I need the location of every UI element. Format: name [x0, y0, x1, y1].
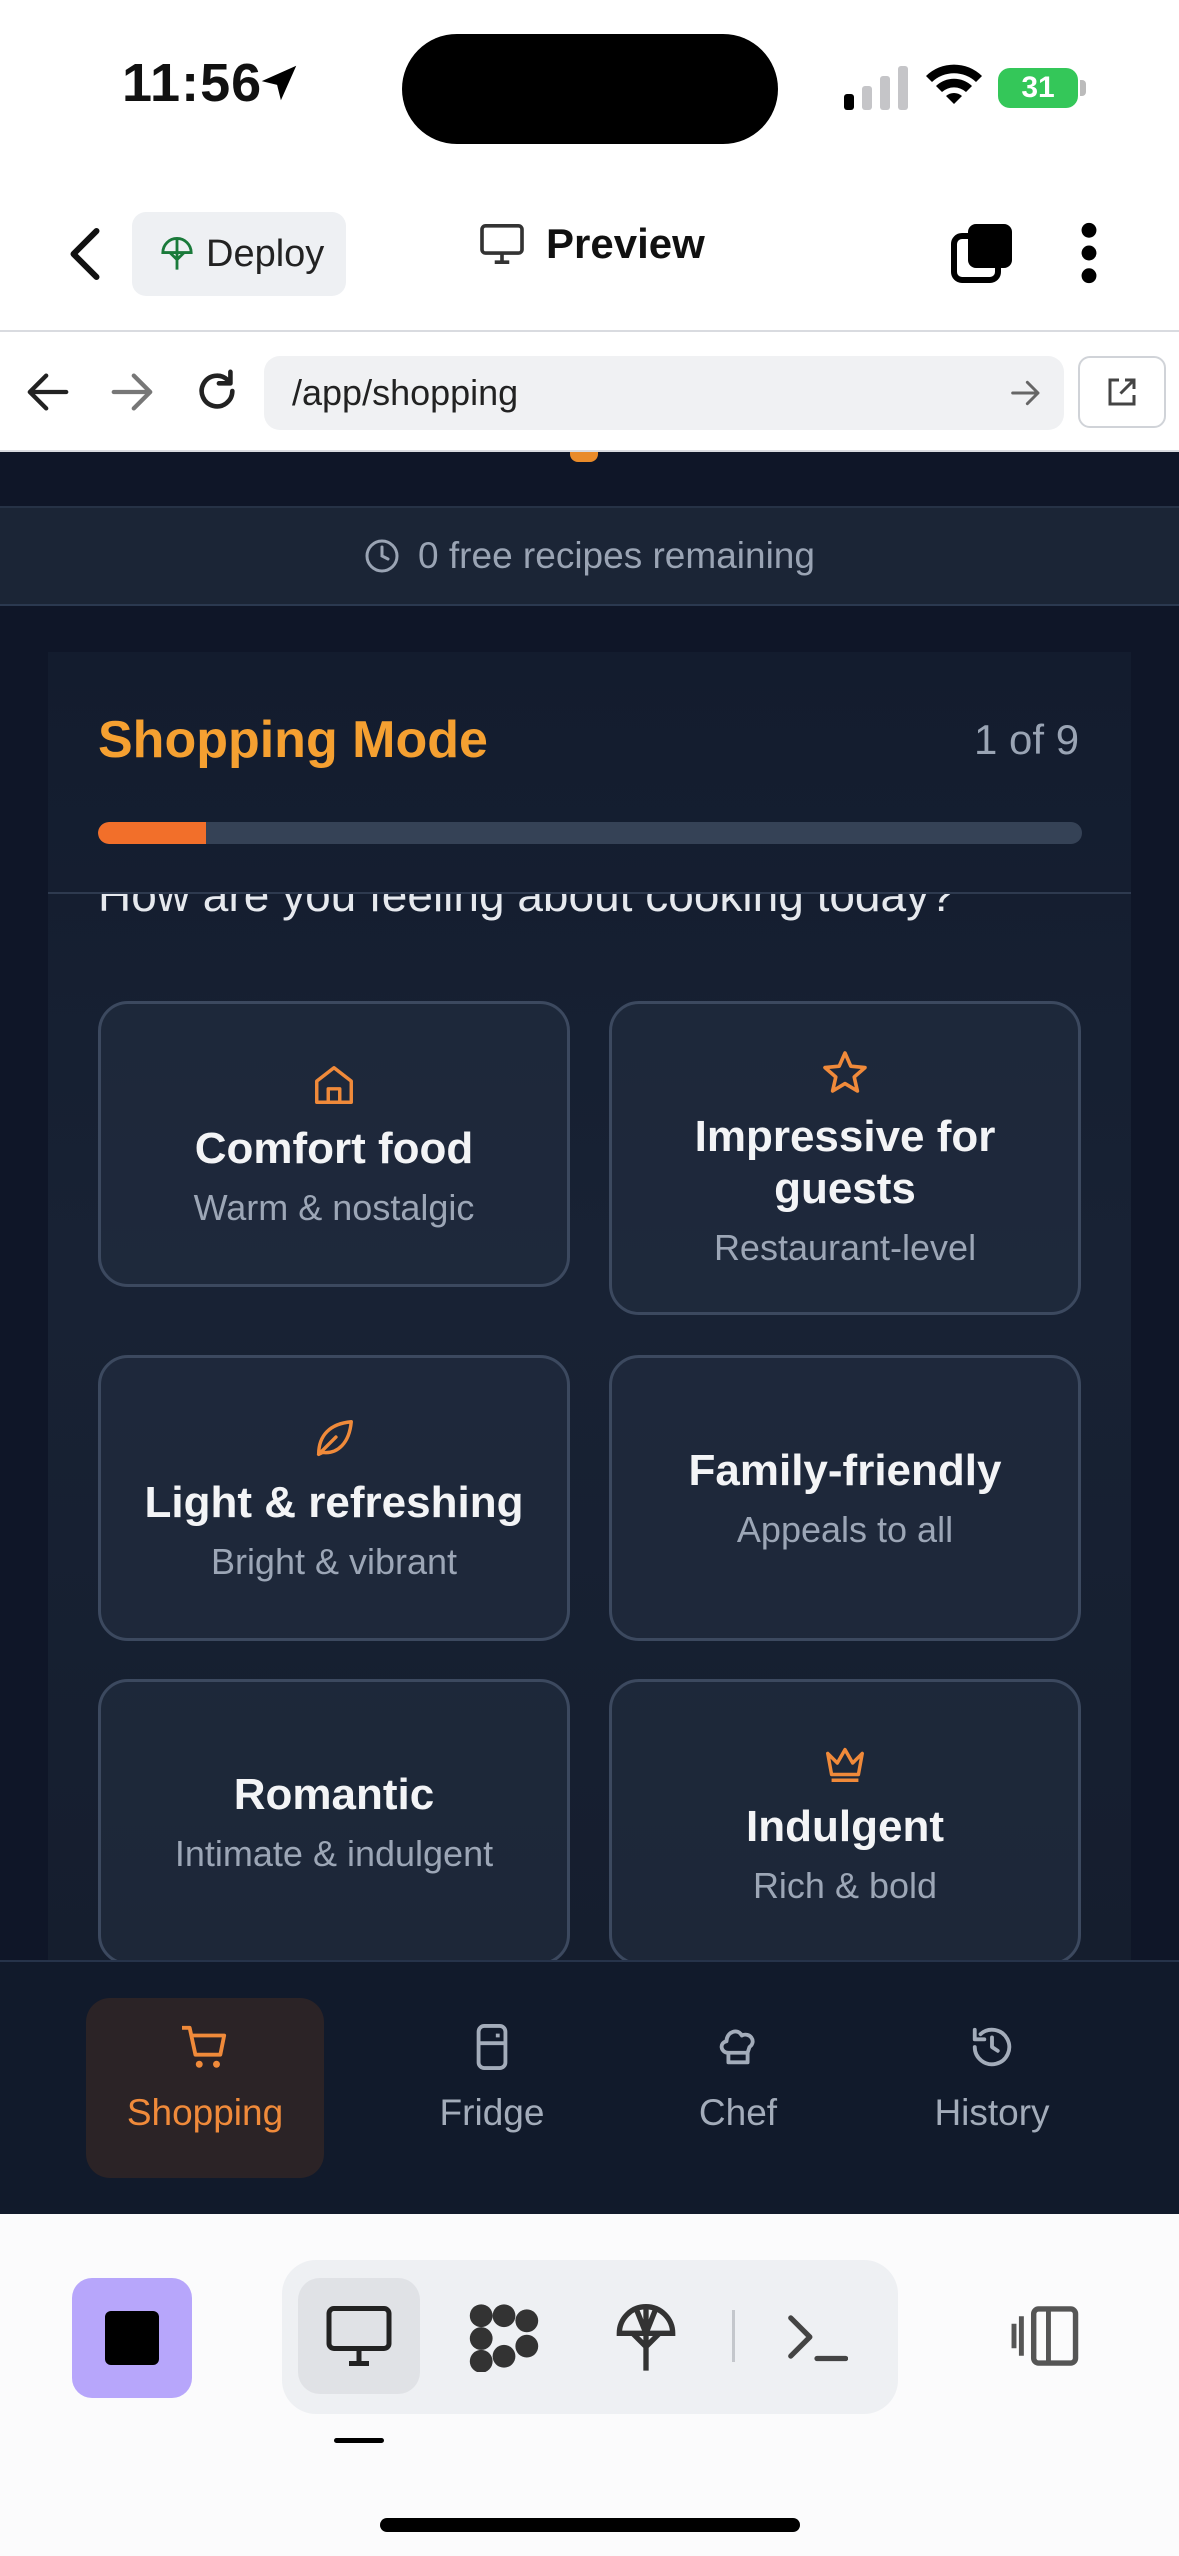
chef-hat-icon [719, 2029, 755, 2065]
fridge-icon [476, 2024, 508, 2070]
url-text: /app/shopping [292, 372, 519, 413]
logo-fragment [570, 452, 598, 462]
browser-back-icon[interactable] [26, 372, 70, 412]
battery-tip [1080, 80, 1086, 96]
nav-chef[interactable]: Chef [620, 2024, 856, 2134]
option-label: Light & refreshing [144, 1478, 524, 1527]
battery-indicator: 31 [998, 68, 1078, 108]
preview-label: Preview [546, 220, 705, 267]
leaf-icon [316, 1420, 353, 1457]
option-light-refreshing[interactable]: Light & refreshing Bright & vibrant [98, 1355, 570, 1641]
deploy-tree-icon [161, 237, 193, 270]
selected-tab-indicator [334, 2438, 384, 2443]
preview-tab[interactable]: Preview [480, 220, 705, 268]
option-label: Indulgent [746, 1802, 944, 1851]
nav-label: Shopping [126, 2092, 284, 2133]
free-recipes-banner: 0 free recipes remaining [0, 506, 1179, 606]
history-icon [972, 2027, 1012, 2067]
go-arrow-icon[interactable] [1010, 378, 1042, 408]
option-label: Impressive for guests [694, 1112, 996, 1213]
option-family-friendly[interactable]: Family-friendly Appeals to all [609, 1355, 1081, 1641]
star-icon [823, 1051, 867, 1093]
browser-forward-icon[interactable] [110, 372, 154, 412]
nav-label: Chef [698, 2092, 778, 2133]
nav-shopping[interactable]: Shopping [86, 2024, 324, 2134]
clock-icon [365, 539, 399, 573]
monitor-icon [480, 224, 524, 264]
terminal-icon[interactable] [786, 2310, 848, 2364]
integrations-icon[interactable] [466, 2300, 542, 2372]
option-sub: Rich & bold [752, 1865, 938, 1906]
option-sub: Restaurant-level [713, 1227, 977, 1268]
free-recipes-text: 0 free recipes remaining [418, 535, 815, 576]
stop-icon [105, 2311, 159, 2365]
battery-level: 31 [1021, 71, 1055, 104]
nav-label: History [934, 2092, 1050, 2133]
option-label: Family-friendly [688, 1446, 1002, 1495]
option-comfort-food[interactable]: Comfort food Warm & nostalgic [98, 1001, 570, 1287]
external-link-icon [1108, 378, 1136, 406]
cart-icon [182, 2025, 227, 2068]
home-icon [315, 1066, 353, 1104]
step-counter: 1 of 9 [974, 716, 1080, 763]
nav-label: Fridge [439, 2092, 545, 2133]
location-arrow-icon [261, 65, 297, 101]
deploy-label: Deploy [206, 232, 325, 275]
wifi-icon [926, 64, 982, 104]
deploy-button[interactable]: Deploy [132, 212, 346, 296]
home-indicator [380, 2518, 800, 2532]
deploy-tree-icon[interactable] [614, 2298, 678, 2374]
desktop-preview-icon[interactable] [326, 2306, 392, 2366]
option-sub: Warm & nostalgic [193, 1187, 475, 1228]
progress-fill [98, 822, 207, 844]
option-sub: Appeals to all [736, 1509, 954, 1550]
option-label: Romantic [233, 1770, 435, 1819]
panel-toggle-icon[interactable] [1010, 2304, 1082, 2368]
option-indulgent[interactable]: Indulgent Rich & bold [609, 1679, 1081, 1965]
option-sub: Bright & vibrant [210, 1541, 458, 1582]
shopping-mode-title: Shopping Mode [98, 711, 488, 769]
cellular-signal-icon [844, 66, 908, 110]
option-romantic[interactable]: Romantic Intimate & indulgent [98, 1679, 570, 1965]
nav-fridge[interactable]: Fridge [374, 2024, 610, 2134]
stop-button[interactable] [72, 2278, 192, 2398]
dynamic-island [402, 34, 778, 144]
nav-history[interactable]: History [874, 2024, 1110, 2134]
reload-icon[interactable] [194, 368, 240, 414]
status-time: 11:56 [122, 53, 263, 113]
option-label: Comfort food [194, 1124, 474, 1173]
back-chevron-icon[interactable] [62, 226, 108, 282]
url-field[interactable]: /app/shopping [264, 356, 1064, 430]
option-sub: Intimate & indulgent [174, 1833, 494, 1874]
header-divider [48, 892, 1131, 894]
more-vertical-icon[interactable] [1078, 222, 1100, 284]
crown-icon [826, 1747, 864, 1782]
open-external-button[interactable] [1078, 356, 1166, 428]
option-impressive-for-guests[interactable]: Impressive for guests Restaurant-level [609, 1001, 1081, 1315]
layers-icon[interactable] [950, 222, 1014, 284]
progress-bar [98, 822, 1082, 844]
toolbar-separator [732, 2310, 735, 2362]
